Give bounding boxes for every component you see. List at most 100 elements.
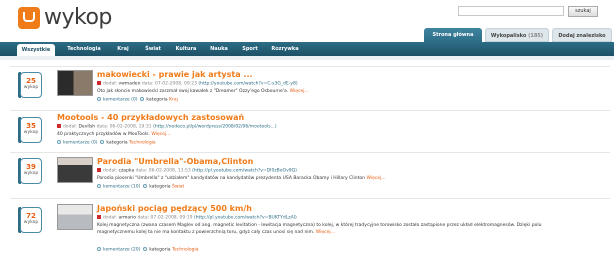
entry-desc-text: Parodia piosenki "Umbrella" z "udziałem"… xyxy=(97,176,365,181)
vote-label[interactable]: wykop xyxy=(21,85,41,90)
tab-wykopalisko[interactable]: Wykopalisko (185) xyxy=(485,28,549,42)
tab-dodaj-znalezisko[interactable]: Dodaj znalezisko xyxy=(552,28,612,42)
vote-count: 72 xyxy=(26,212,36,220)
more-link[interactable]: Więcej... xyxy=(151,132,170,137)
category-icon xyxy=(100,140,105,144)
entry-desc-text: Oto jak słoncie makowiecki zarzmał swoj … xyxy=(97,89,289,94)
entry-url[interactable]: (http://pl.youtube.com/watch?v=BUKTYdLzA… xyxy=(194,216,297,221)
entry-description: Parodia piosenki "Umbrella" z "udziałem"… xyxy=(97,176,386,181)
tab-label: Dodaj znalezisko xyxy=(558,33,606,39)
category-icon xyxy=(143,184,148,188)
category-label: kategoria xyxy=(149,184,171,190)
entry-separator xyxy=(10,66,610,67)
entry-user[interactable]: cżapka xyxy=(118,169,134,174)
entry-date: data: 06-02-2008, 13:53 xyxy=(135,168,191,174)
entry-thumbnail[interactable] xyxy=(57,204,93,230)
entry-title[interactable]: Mootools - 40 przykładowych zastosowań xyxy=(57,113,244,122)
entry-thumbnail[interactable] xyxy=(57,70,93,96)
category-link[interactable]: Kraj xyxy=(169,98,178,103)
entry-meta: dodał: vwmaden data: 07-02-2008, 09:23 (… xyxy=(97,81,298,87)
entry-footer: komentarze (10) kategoria Świat xyxy=(97,184,184,190)
category-label: kategoria xyxy=(106,140,128,146)
entry-user[interactable]: vwmaden xyxy=(118,82,140,87)
vote-count: 25 xyxy=(26,77,36,85)
nav-item-rozrywka[interactable]: Rozrywka xyxy=(268,42,302,56)
nav-underbar xyxy=(0,56,614,60)
entry-separator xyxy=(10,198,610,199)
entry-user[interactable]: DevIlsh xyxy=(78,125,95,130)
entry-url[interactable]: (http://youtube.com/watch?v=C-s3G_dE-y8) xyxy=(198,82,297,87)
nav-item-swiat[interactable]: Świat xyxy=(141,42,165,56)
vote-box[interactable]: 25 wykop xyxy=(20,72,42,98)
entry-title[interactable]: Parodia "Umbrella"-Obama,Clinton xyxy=(97,157,253,166)
more-link[interactable]: Więcej... xyxy=(366,176,385,181)
category-label: kategoria xyxy=(149,247,171,253)
tab-strona-glowna[interactable]: Strona główna xyxy=(424,28,482,42)
nav-item-sport[interactable]: Sport xyxy=(238,42,262,56)
entry-url[interactable]: (http://pl.youtube.com/watch?v=DI0zBoOv9… xyxy=(192,169,297,174)
vote-label[interactable]: wykop xyxy=(21,220,41,225)
entry-meta: dodał: armario data: 07-02-2008, 09:19 (… xyxy=(97,215,297,221)
search-input[interactable] xyxy=(458,6,564,16)
meta-prefix: dodał: xyxy=(63,124,78,130)
entry-date: data: 06-02-2008, 19:31 xyxy=(96,124,152,130)
category-link[interactable]: Świat xyxy=(172,185,184,190)
comment-icon xyxy=(57,140,61,144)
more-link[interactable]: Więcej... xyxy=(290,89,309,94)
category-link[interactable]: Technologia xyxy=(129,141,156,146)
entry-meta: dodał: DevIlsh data: 06-02-2008, 19:31 (… xyxy=(57,124,277,130)
comments-link[interactable]: komentarze (10) xyxy=(103,185,140,190)
meta-prefix: dodał: xyxy=(103,81,118,87)
comments-link[interactable]: komentarze (20) xyxy=(103,248,140,253)
comment-icon xyxy=(97,97,101,101)
category-icon xyxy=(143,247,148,251)
nav-item-kultura[interactable]: Kultura xyxy=(172,42,200,56)
tab-label: Wykopalisko xyxy=(490,33,527,39)
logo-icon[interactable] xyxy=(18,7,40,29)
entry-description: Oto jak słoncie makowiecki zarzmał swoj … xyxy=(97,89,309,94)
more-link[interactable]: Więcej... xyxy=(316,230,335,235)
entry-separator xyxy=(10,110,610,111)
tab-count: (185) xyxy=(528,33,544,39)
nav-item-kraj[interactable]: Kraj xyxy=(112,42,134,56)
vote-box[interactable]: 39 wykop xyxy=(20,158,42,184)
user-icon xyxy=(97,81,101,85)
vote-box[interactable]: 72 wykop xyxy=(20,207,42,233)
user-icon xyxy=(97,168,101,172)
entry-footer: komentarze (0) kategoria Technologia xyxy=(57,140,156,146)
entry-description: Kolej magnetyczna (zwana czasem Maglev o… xyxy=(97,222,547,236)
vote-box[interactable]: 35 wykop xyxy=(20,117,42,143)
meta-prefix: dodał: xyxy=(103,215,118,221)
comments-link[interactable]: komentarze (0) xyxy=(63,141,98,146)
entry-url[interactable]: (http://nedeco.pl/pl/wordpress/2008/02/0… xyxy=(153,125,277,130)
entry-date: data: 07-02-2008, 09:19 xyxy=(137,215,193,221)
search-button[interactable]: szukaj xyxy=(568,6,598,17)
logo-text[interactable]: wykop xyxy=(44,5,112,30)
tab-label: Strona główna xyxy=(432,32,474,38)
entry-description: 40 praktycznych przykładów w MooTools. W… xyxy=(57,132,170,137)
entry-title[interactable]: makowiecki - prawie jak artysta ... xyxy=(97,70,253,79)
nav-item-technologia[interactable]: Technologia xyxy=(63,42,105,56)
entry-footer: komentarze (20) kategoria Technologia xyxy=(97,247,199,253)
header: wykop szukaj Strona główna Wykopalisko (… xyxy=(0,0,614,42)
nav-item-wszystkie[interactable]: Wszystkie xyxy=(17,44,55,56)
category-link[interactable]: Technologia xyxy=(172,248,199,253)
entry-date: data: 07-02-2008, 09:23 xyxy=(141,81,197,87)
user-icon xyxy=(97,215,101,219)
vote-count: 35 xyxy=(26,122,36,130)
nav-item-nauka[interactable]: Nauka xyxy=(207,42,231,56)
entry-separator xyxy=(10,152,610,153)
entry-title[interactable]: Japoński pociąg pędzący 500 km/h xyxy=(97,204,252,213)
entry-thumbnail[interactable] xyxy=(57,157,93,183)
comments-link[interactable]: komentarze (0) xyxy=(103,98,138,103)
category-navbar: Wszystkie Technologia Kraj Świat Kultura… xyxy=(0,42,614,56)
entry-footer: komentarze (0) kategoria Kraj xyxy=(97,97,178,103)
comment-icon xyxy=(97,247,101,251)
vote-label[interactable]: wykop xyxy=(21,171,41,176)
vote-count: 39 xyxy=(26,163,36,171)
category-label: kategoria xyxy=(146,97,168,103)
vote-label[interactable]: wykop xyxy=(21,130,41,135)
entry-user[interactable]: armario xyxy=(118,216,136,221)
entry-desc-text: 40 praktycznych przykładów w MooTools. xyxy=(57,132,150,137)
entry-meta: dodał: cżapka data: 06-02-2008, 13:53 (h… xyxy=(97,168,297,174)
